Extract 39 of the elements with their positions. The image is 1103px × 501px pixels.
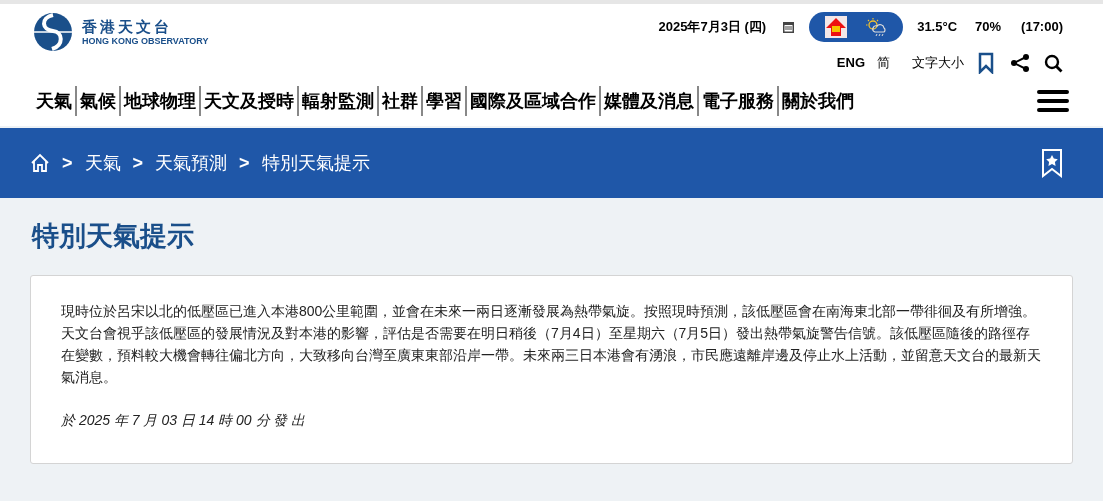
search-icon[interactable] <box>1044 53 1063 73</box>
logo-chinese-name: 香港天文台 <box>82 18 173 34</box>
hot-weather-warning-icon <box>825 16 848 38</box>
sun-cloud-rain-icon <box>865 17 888 37</box>
nav-menu-item[interactable]: 電子服務 <box>697 86 777 116</box>
nav-menu-item[interactable]: 媒體及消息 <box>599 86 697 116</box>
breadcrumb-link[interactable]: 天氣 <box>84 149 121 177</box>
notice-paragraph: 現時位於呂宋以北的低壓區已進入本港800公里範圍，並會在未來一兩日逐漸發展為熱帶氣旋。按照現時預測，該低壓區會在南海東北部一帶徘徊及有所增強。天文台會視乎該低壓區的發展情況及對本港的影響，評估是否需要在明日稍後（7月4日）至星期六（7月5日）發出熱帶氣旋警告信號。該低壓區隨後的路徑存在變數，預料較大機會轉往偏北方向，大致移向台灣至廣東東部沿岸一帶。未來兩三日本港會有湧浪，市民應遠離岸邊及停止水上活動，並留意天文台的最新天氣消息。 <box>61 301 1042 387</box>
home-icon[interactable] <box>30 153 50 173</box>
bookmark-icon[interactable] <box>978 52 994 74</box>
nav-menu-item[interactable]: 天氣 <box>33 86 75 116</box>
breadcrumb-separator: > <box>239 151 250 175</box>
nav-menu-item[interactable]: 天文及授時 <box>199 86 297 116</box>
nav-menu-item[interactable]: 輻射監測 <box>297 86 377 116</box>
breadcrumb-separator: > <box>132 151 144 175</box>
breadcrumb-separator: > <box>62 151 73 175</box>
nav-menu-item[interactable]: 國際及區域合作 <box>465 86 599 116</box>
nav-menu-item[interactable]: 學習 <box>421 86 465 116</box>
humidity-text: 70% <box>975 18 1002 37</box>
menu-icon[interactable] <box>1037 89 1069 113</box>
language-link[interactable]: ENG <box>836 53 865 73</box>
simplified-chinese-link[interactable]: 简 <box>877 53 890 73</box>
page-title: 特別天氣提示 <box>30 220 195 253</box>
nav-menu-item[interactable]: 地球物理 <box>119 86 199 116</box>
share-icon[interactable] <box>1010 53 1030 73</box>
temperature-text: 31.5°C <box>917 18 958 37</box>
font-size-link[interactable]: 文字大小 <box>912 53 964 73</box>
logo-english-name: HONG KONG OBSERVATORY <box>82 36 209 46</box>
breadcrumb-link[interactable]: 特別天氣提示 <box>261 149 370 177</box>
nav-menu-item[interactable]: 社群 <box>377 86 421 116</box>
nav-menu-item[interactable]: 關於我們 <box>777 86 857 116</box>
date-text: 2025年7月3日 (四) <box>658 18 767 37</box>
calendar-icon[interactable] <box>782 20 796 34</box>
nav-menu-item[interactable]: 氣候 <box>75 86 119 116</box>
issue-time-text: 於 2025 年 7 月 03 日 14 時 00 分 發 出 <box>61 410 307 430</box>
time-text: (17:00) <box>1021 18 1063 37</box>
weather-warning-pill[interactable] <box>809 12 904 42</box>
breadcrumb-link[interactable]: 天氣預測 <box>155 149 228 177</box>
bookmark-star-icon[interactable] <box>1041 148 1063 178</box>
